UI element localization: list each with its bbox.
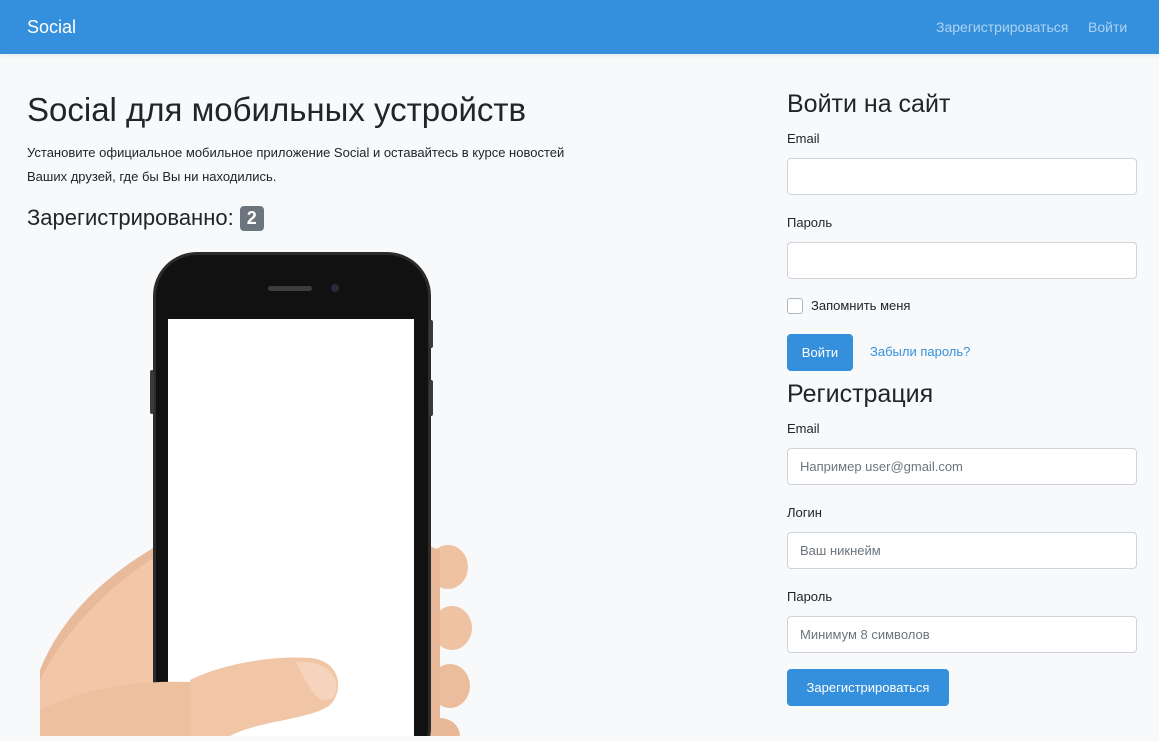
login-heading: Войти на сайт bbox=[787, 90, 951, 118]
login-password-input[interactable] bbox=[787, 242, 1137, 279]
register-email-input[interactable] bbox=[787, 448, 1137, 485]
remember-me-checkbox[interactable] bbox=[787, 298, 803, 314]
login-email-input[interactable] bbox=[787, 158, 1137, 195]
register-button[interactable]: Зарегистрироваться bbox=[787, 669, 949, 706]
nav-login-link[interactable]: Войти bbox=[1088, 18, 1127, 36]
register-heading: Регистрация bbox=[787, 380, 934, 408]
register-password-label: Пароль bbox=[787, 589, 833, 604]
forgot-password-link[interactable]: Забыли пароль? bbox=[870, 344, 970, 360]
nav-register-link[interactable]: Зарегистрироваться bbox=[936, 18, 1068, 36]
hero-description: Установите официальное мобильное приложе… bbox=[27, 145, 565, 184]
login-button[interactable]: Войти bbox=[787, 334, 853, 371]
remember-me-label[interactable]: Запомнить меня bbox=[811, 298, 910, 314]
page-title: Social для мобильных устройств bbox=[27, 91, 527, 128]
register-email-label: Email bbox=[787, 421, 820, 436]
brand-link[interactable]: Social bbox=[27, 16, 76, 38]
registered-label: Зарегистрированно: bbox=[27, 205, 234, 230]
register-login-input[interactable] bbox=[787, 532, 1137, 569]
register-login-label: Логин bbox=[787, 505, 822, 520]
phone-illustration bbox=[40, 252, 472, 741]
login-email-label: Email bbox=[787, 131, 820, 146]
navbar: Social Зарегистрироваться Войти bbox=[0, 0, 1159, 54]
register-password-input[interactable] bbox=[787, 616, 1137, 653]
phone-in-hand-image bbox=[40, 250, 480, 741]
registered-count-badge: 2 bbox=[239, 205, 264, 231]
login-password-label: Пароль bbox=[787, 215, 833, 230]
registered-count-line: Зарегистрированно: 2 bbox=[27, 204, 264, 232]
